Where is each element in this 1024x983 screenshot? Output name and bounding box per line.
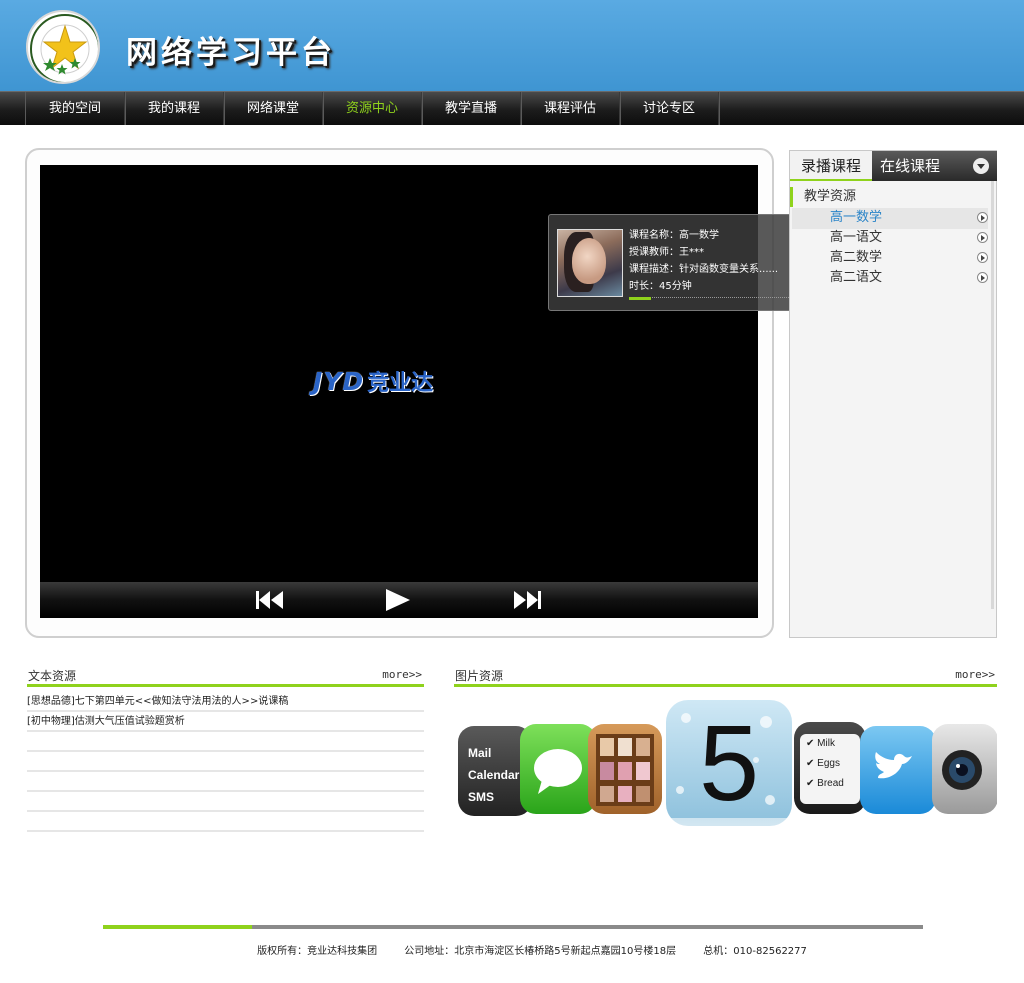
footer-info: 版权所有：竞业达科技集团 公司地址：北京市海淀区长椿桥路5号新起点嘉园10号楼1… — [0, 942, 1024, 957]
list-item[interactable]: [思想品德]七下第四单元<<做知法守法用法的人>>说课稿 — [27, 692, 424, 712]
tab-live-label: 在线课程 — [880, 157, 941, 175]
footer-address: 公司地址：北京市海淀区长椿桥路5号新起点嘉园10号楼18层 — [404, 946, 677, 957]
brand-logo-cn: 竞业达 — [367, 371, 434, 396]
section-title: 图片资源 — [455, 669, 504, 683]
nav-item-live-teaching[interactable]: 教学直播 — [422, 92, 521, 125]
course-item[interactable]: 高一数学 — [830, 208, 988, 228]
list-item[interactable]: [初中物理]估测大气压值试验题赏析 — [27, 712, 424, 732]
star-emblem-icon — [30, 14, 98, 82]
previous-icon[interactable] — [252, 588, 288, 612]
course-item-label: 高一语文 — [830, 230, 883, 245]
course-thumbnail — [557, 229, 623, 297]
info-desc: 针对函数变量关系...... — [679, 264, 779, 275]
info-duration: 45分钟 — [659, 281, 692, 292]
list-item — [27, 752, 424, 772]
nav-item-my-space[interactable]: 我的空间 — [26, 92, 125, 125]
reminder-item-3: Bread — [817, 778, 844, 789]
bookshelf-app-icon[interactable] — [588, 724, 662, 814]
info-duration-label: 时长： — [629, 281, 659, 292]
course-list-panel: 录播课程 在线课程 教学资源 高一数学 高一语文 高二数学 高二语文 — [789, 150, 997, 638]
info-name-label: 课程名称： — [629, 230, 679, 241]
course-item[interactable]: 高二语文 — [830, 268, 988, 288]
tab-live-courses[interactable]: 在线课程 — [872, 151, 997, 181]
brand-logo: JYD 竞业达 — [313, 365, 433, 397]
twitter-app-icon[interactable] — [860, 726, 936, 814]
reminder-item-1: Milk — [817, 738, 835, 749]
next-icon[interactable] — [509, 588, 545, 612]
chevron-down-icon[interactable] — [973, 158, 989, 174]
brand-logo-latin: JYD — [313, 366, 365, 396]
info-name: 高一数学 — [679, 230, 719, 241]
list-item — [27, 732, 424, 752]
list-item — [27, 812, 424, 832]
image-resources-header: 图片资源 more>> — [454, 663, 997, 687]
site-logo[interactable] — [26, 10, 100, 84]
course-item-label: 高二语文 — [830, 270, 883, 285]
course-info-text: 课程名称：高一数学 授课教师：王*** 课程描述：针对函数变量关系...... … — [629, 227, 778, 295]
reminder-item-2: Eggs — [817, 758, 840, 769]
more-link[interactable]: more>> — [955, 668, 995, 681]
chevron-right-icon[interactable] — [977, 272, 988, 283]
footer-phone: 总机：010-82562277 — [703, 946, 807, 957]
list-item — [27, 792, 424, 812]
nav-item-discussion[interactable]: 讨论专区 — [620, 92, 719, 125]
nav-item-online-classroom[interactable]: 网络课堂 — [224, 92, 323, 125]
info-teacher-label: 授课教师： — [629, 247, 679, 258]
tab-recorded-courses[interactable]: 录播课程 — [790, 151, 872, 181]
ios5-app-icon[interactable]: 5 — [666, 700, 792, 826]
mail-label: Mail — [468, 746, 492, 760]
more-link[interactable]: more>> — [382, 668, 422, 681]
info-progress-bar — [629, 297, 811, 300]
header-bar: 网络学习平台 — [0, 0, 1024, 91]
course-item-label: 高二数学 — [830, 250, 883, 265]
player-controls — [40, 582, 758, 618]
calendar-label: Calendar — [468, 768, 520, 782]
nav-item-my-courses[interactable]: 我的课程 — [125, 92, 224, 125]
chevron-right-icon[interactable] — [977, 252, 988, 263]
nav-item-course-evaluation[interactable]: 课程评估 — [521, 92, 620, 125]
footer-divider — [103, 925, 923, 929]
course-item-label: 高一数学 — [830, 210, 883, 225]
section-title: 文本资源 — [28, 669, 77, 683]
gallery-reflection — [454, 818, 997, 900]
site-title: 网络学习平台 — [126, 35, 336, 71]
text-resources-header: 文本资源 more>> — [27, 663, 424, 687]
reminders-app-icon[interactable]: ✔ Milk ✔ Eggs ✔ Bread — [794, 722, 866, 814]
info-desc-label: 课程描述： — [629, 264, 679, 275]
info-teacher: 王*** — [679, 247, 704, 258]
course-item[interactable]: 高一语文 — [830, 228, 988, 248]
camera-app-icon[interactable] — [932, 724, 997, 814]
chevron-right-icon[interactable] — [977, 232, 988, 243]
sms-label: SMS — [468, 790, 495, 804]
messages-app-icon[interactable] — [520, 724, 596, 814]
image-gallery[interactable]: Mail Calendar SMS 5 ✔ Milk ✔ Eggs ✔ Brea… — [454, 700, 997, 900]
main-nav: 我的空间 我的课程 网络课堂 资源中心 教学直播 课程评估 讨论专区 — [0, 91, 1024, 125]
nav-item-resource-center[interactable]: 资源中心 — [323, 92, 422, 125]
course-info-popup: 课程名称：高一数学 授课教师：王*** 课程描述：针对函数变量关系...... … — [548, 214, 814, 311]
panel-scrollbar[interactable] — [991, 181, 994, 609]
category-title: 教学资源 — [790, 187, 856, 207]
chevron-right-icon[interactable] — [977, 212, 988, 223]
play-icon[interactable] — [380, 588, 416, 612]
course-item[interactable]: 高二数学 — [830, 248, 988, 268]
footer-copyright: 版权所有：竞业达科技集团 — [257, 946, 378, 957]
list-item — [27, 772, 424, 792]
